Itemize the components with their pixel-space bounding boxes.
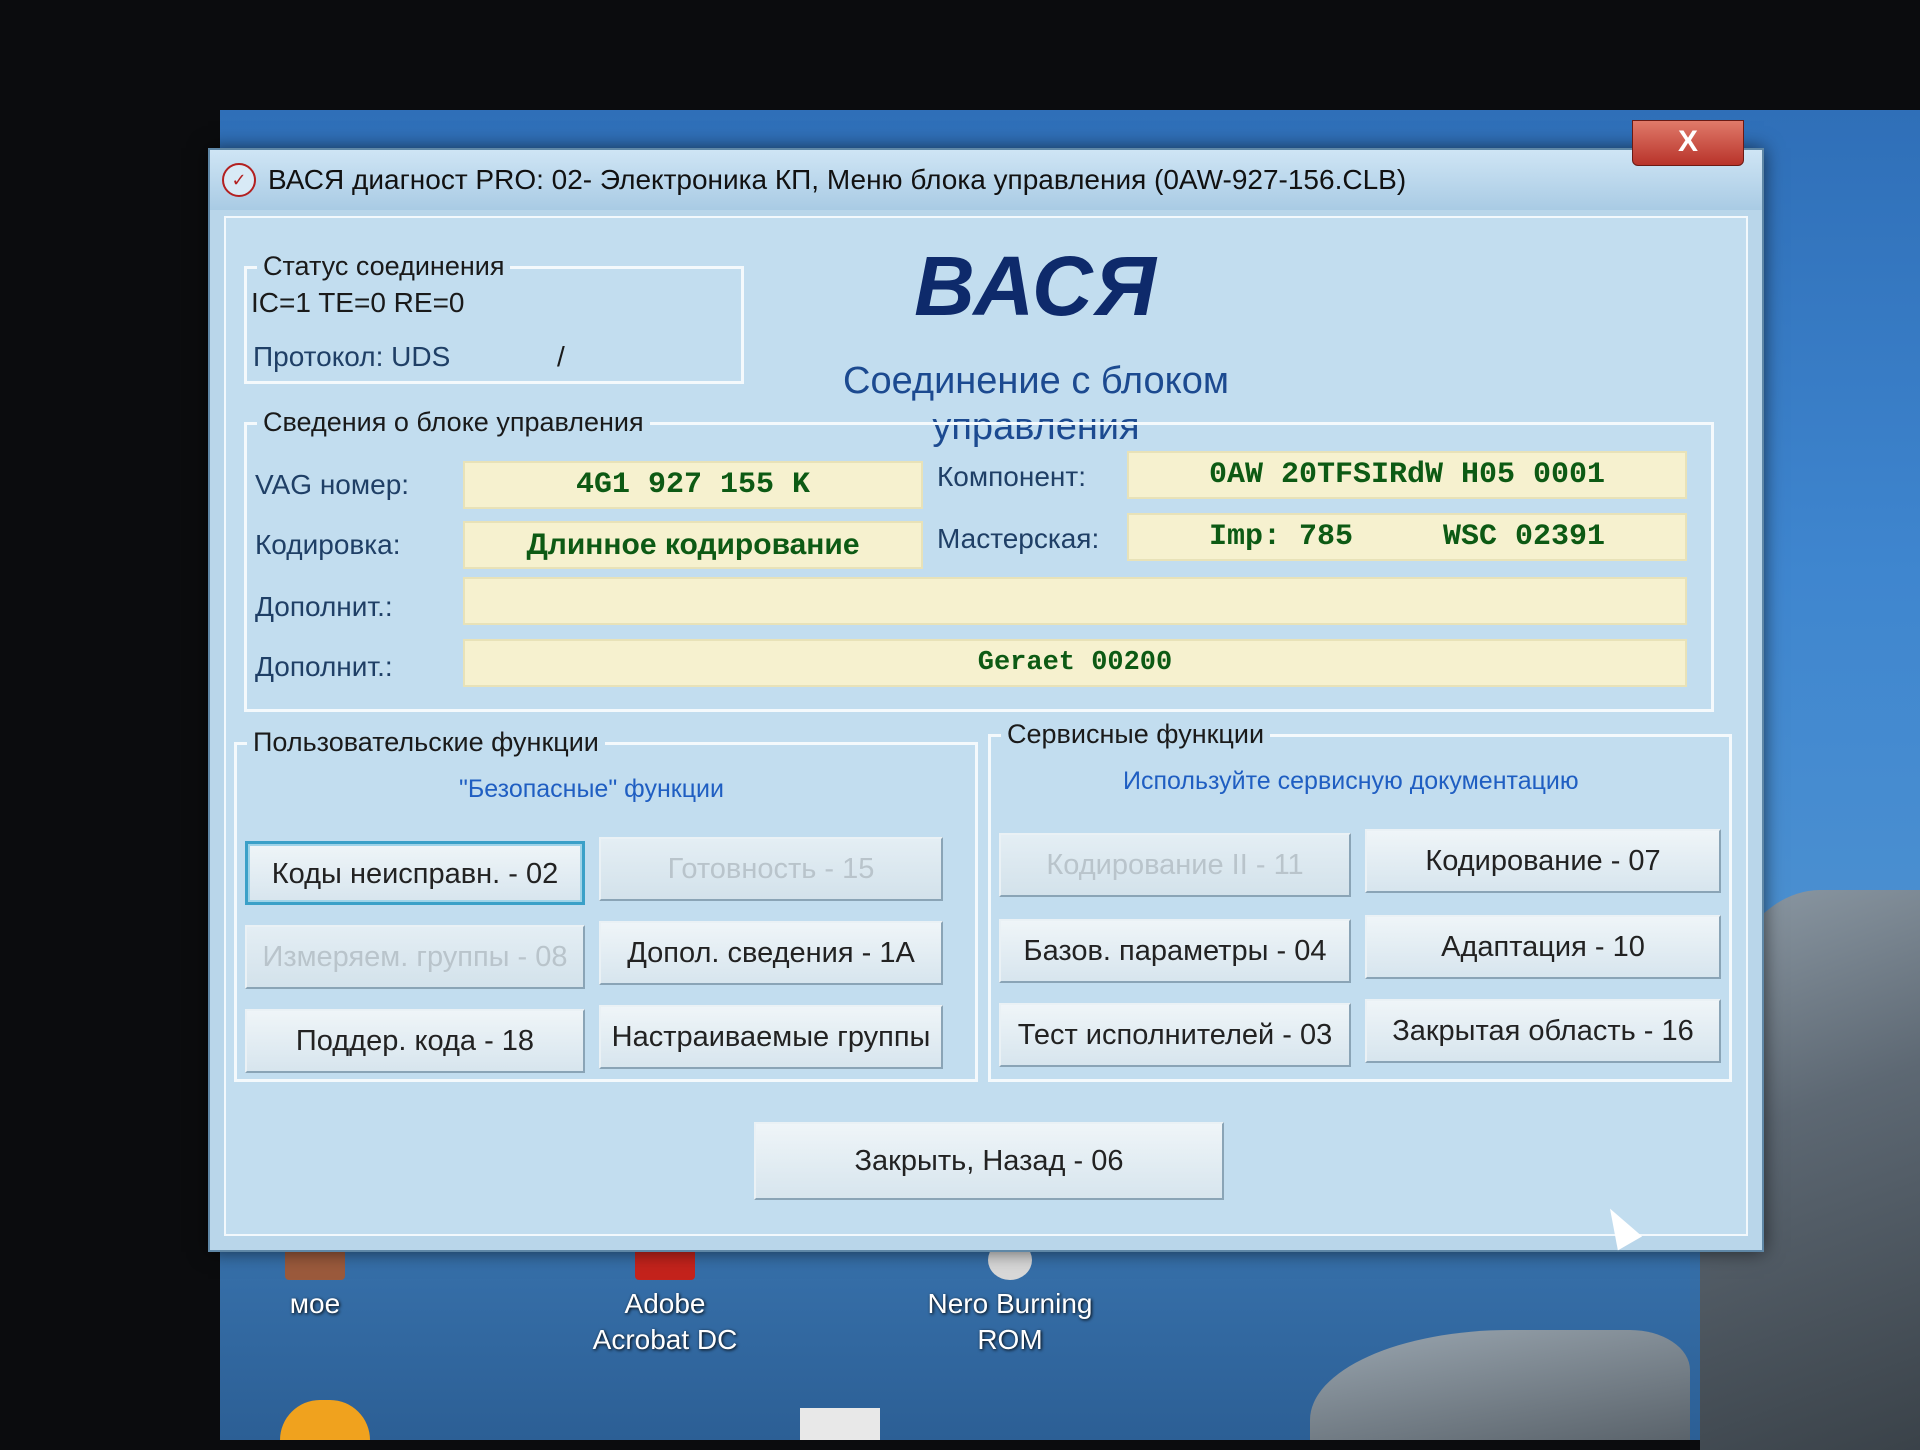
vag-number-label: VAG номер: (255, 469, 410, 500)
desktop-icon-label: Nero Burning ROM (927, 1288, 1093, 1355)
user-functions-group: Пользовательские функции "Безопасные" фу… (234, 727, 978, 1082)
close-window-button[interactable]: X (1632, 120, 1744, 166)
readiness-button[interactable]: Готовность - 15 (599, 837, 943, 901)
vag-number-field: 4G1 927 155 K (463, 461, 923, 509)
user-functions-hint: "Безопасные" функции (459, 775, 724, 803)
desktop-file-icon[interactable] (800, 1408, 880, 1440)
extra-info-field: Geraet 00200 (463, 639, 1687, 687)
desktop-icon-acrobat[interactable]: Adobe Acrobat DC (580, 1240, 750, 1358)
output-tests-button[interactable]: Тест исполнителей - 03 (999, 1003, 1351, 1067)
extra-info-field (463, 577, 1687, 625)
brand-logo: ВАСЯ (914, 239, 1158, 333)
desktop-wallpaper-rock (1310, 1330, 1690, 1440)
component-field: 0AW 20TFSIRdW H05 0001 (1127, 451, 1687, 499)
connection-status-group: Статус соединения IC=1 TE=0 RE=0 Протоко… (244, 251, 744, 384)
status-flags: IC=1 TE=0 RE=0 (251, 287, 465, 318)
desktop-icon-label: Adobe Acrobat DC (592, 1288, 738, 1355)
title-bar[interactable]: ✓ ВАСЯ диагност PRO: 02- Электроника КП,… (210, 150, 1762, 210)
code-support-button[interactable]: Поддер. кода - 18 (245, 1009, 585, 1073)
protocol-separator: / (557, 341, 565, 372)
custom-groups-button[interactable]: Настраиваемые группы (599, 1005, 943, 1069)
group-title: Статус соединения (257, 251, 511, 282)
group-title: Пользовательские функции (247, 727, 605, 758)
app-logo-icon: ✓ (222, 163, 256, 197)
client-area: Статус соединения IC=1 TE=0 RE=0 Протоко… (224, 216, 1748, 1236)
ecu-info-group: Сведения о блоке управления VAG номер: 4… (244, 407, 1714, 712)
desktop-icon-label: мое (289, 1288, 341, 1319)
fault-codes-button[interactable]: Коды неисправн. - 02 (245, 841, 585, 905)
group-title: Сведения о блоке управления (257, 407, 650, 438)
coding-ii-button[interactable]: Кодирование II - 11 (999, 833, 1351, 897)
basic-settings-button[interactable]: Базов. параметры - 04 (999, 919, 1351, 983)
coding-button[interactable]: Кодирование - 07 (1365, 829, 1721, 893)
adaptation-button[interactable]: Адаптация - 10 (1365, 915, 1721, 979)
app-window: ✓ ВАСЯ диагност PRO: 02- Электроника КП,… (208, 120, 1764, 1252)
workshop-field: Imp: 785 WSC 02391 (1127, 513, 1687, 561)
workshop-label: Мастерская: (937, 523, 1100, 554)
service-functions-hint: Используйте сервисную документацию (1123, 767, 1579, 795)
extra-info-label: Дополнит.: (255, 651, 393, 682)
close-back-button[interactable]: Закрыть, Назад - 06 (754, 1122, 1224, 1200)
security-access-button[interactable]: Закрытая область - 16 (1365, 999, 1721, 1063)
service-functions-group: Сервисные функции Используйте сервисную … (988, 719, 1732, 1082)
extra-info-label: Дополнит.: (255, 591, 393, 622)
window-title: ВАСЯ диагност PRO: 02- Электроника КП, М… (268, 164, 1407, 195)
extra-info-button[interactable]: Допол. сведения - 1A (599, 921, 943, 985)
coding-label: Кодировка: (255, 529, 401, 560)
group-title: Сервисные функции (1001, 719, 1271, 750)
measuring-groups-button[interactable]: Измеряем. группы - 08 (245, 925, 585, 989)
component-label: Компонент: (937, 461, 1086, 492)
coding-field: Длинное кодирование (463, 521, 923, 569)
desktop-icon-nero[interactable]: Nero Burning ROM (920, 1240, 1100, 1358)
desktop-icon-moe[interactable]: мое (255, 1240, 375, 1322)
protocol-label: Протокол: UDS (253, 341, 451, 372)
